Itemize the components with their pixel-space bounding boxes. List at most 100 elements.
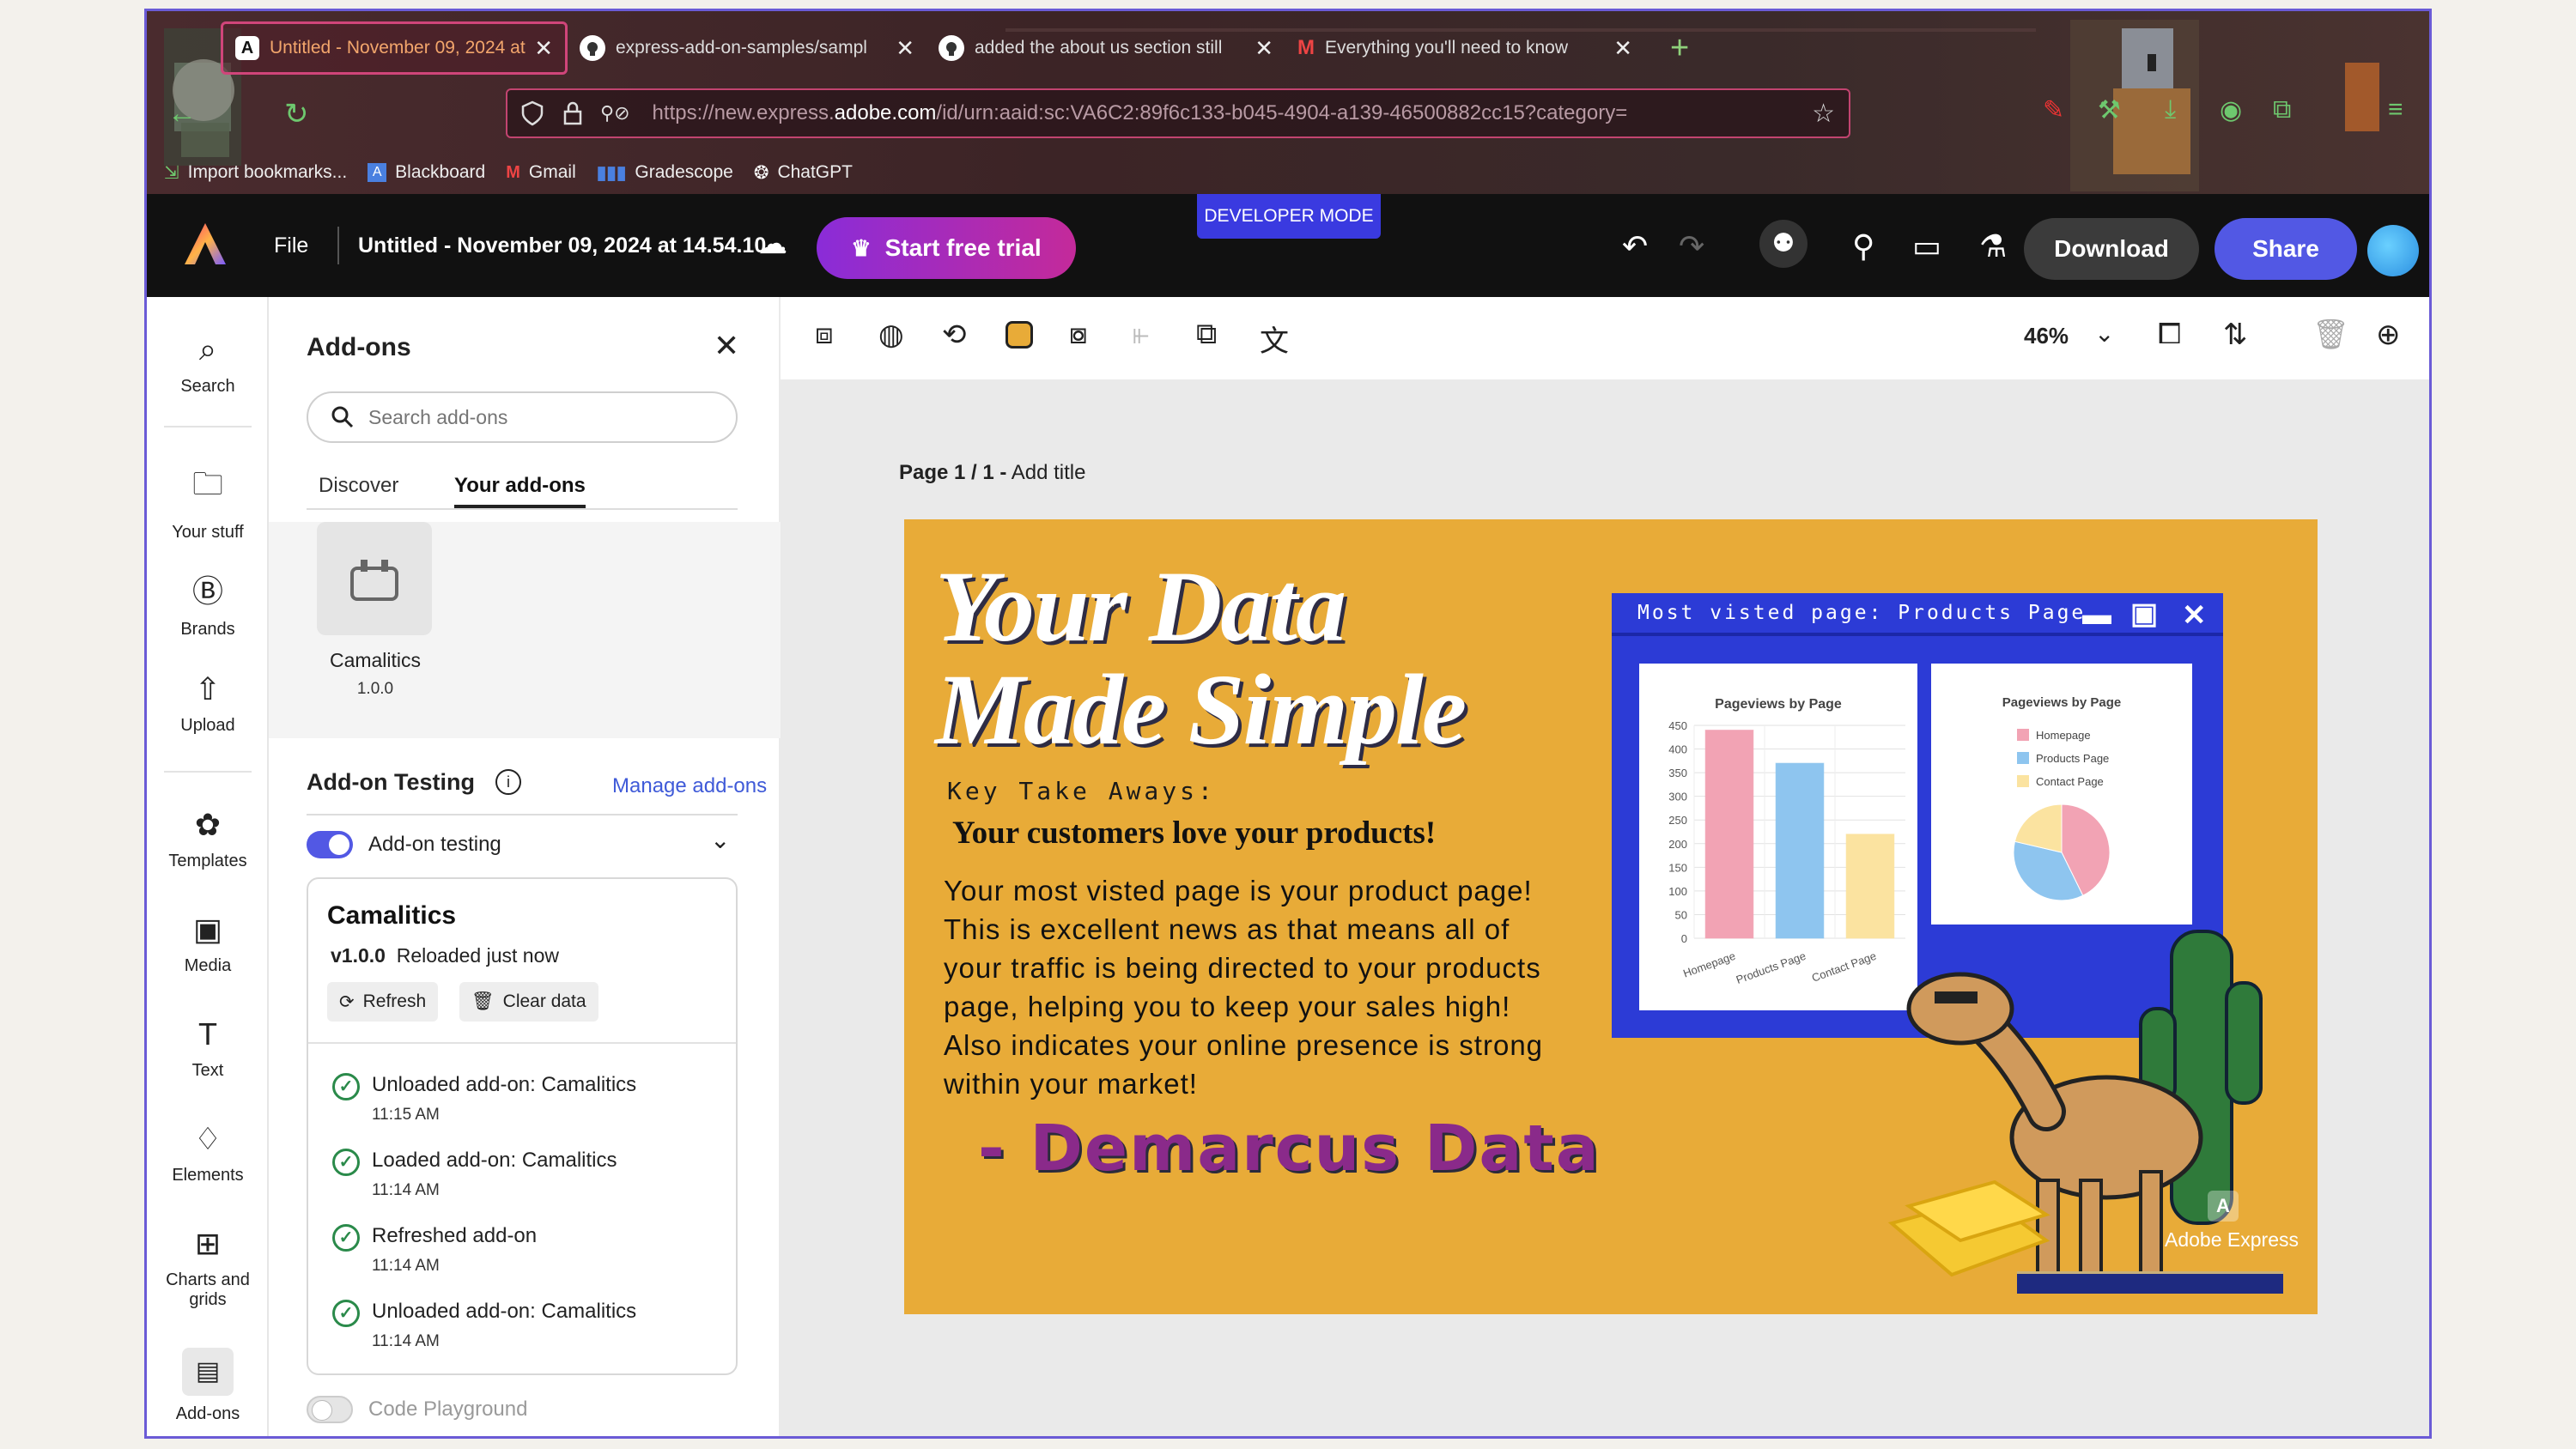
check-icon: ✓	[332, 1300, 360, 1327]
bookmark-import[interactable]: ⇲ Import bookmarks...	[164, 162, 347, 184]
y-tick-label: 300	[1668, 791, 1687, 803]
new-tab-icon[interactable]: +	[1670, 30, 1689, 67]
close-icon[interactable]: ✕	[714, 328, 739, 364]
align-icon[interactable]: ⫦	[1133, 318, 1149, 351]
rail-item-text[interactable]: T Text	[147, 1016, 269, 1081]
adobe-express-logo[interactable]	[183, 221, 228, 266]
tab-gmail[interactable]: M Everything you'll need to know ✕	[1285, 21, 1644, 75]
reload-icon[interactable]: ↻	[284, 97, 309, 131]
start-free-trial-button[interactable]: ♛ Start free trial	[817, 217, 1076, 279]
undo-icon[interactable]: ↶	[1622, 228, 1648, 264]
y-tick-label: 200	[1668, 838, 1687, 851]
permissions-icon[interactable]: ⚲⊘	[600, 102, 630, 124]
app-header: File Untitled - November 09, 2024 at 14.…	[147, 194, 2429, 297]
rail-item-your-stuff[interactable]: 🗀 Your stuff	[147, 462, 269, 543]
code-playground-label: Code Playground	[368, 1397, 528, 1421]
menu-icon[interactable]: ≡	[2388, 95, 2403, 124]
background-color-swatch[interactable]	[1005, 321, 1033, 349]
file-menu[interactable]: File	[274, 233, 308, 258]
signature[interactable]: - Demarcus Data	[978, 1112, 1601, 1185]
extension-icon[interactable]: ✎	[2043, 95, 2064, 125]
account-icon[interactable]: ◉	[2220, 95, 2242, 125]
search-input[interactable]	[368, 405, 712, 429]
rail-item-media[interactable]: ▣ Media	[147, 912, 269, 976]
slide-headline[interactable]: Your Data Made Simple	[935, 555, 1467, 761]
panel-title: Add-ons	[307, 333, 411, 361]
bookmark-chatgpt[interactable]: ❂ ChatGPT	[754, 162, 853, 184]
tab-label: Untitled - November 09, 2024 at	[270, 38, 526, 58]
palette-icon[interactable]: ◍	[878, 318, 904, 352]
rail-item-upload[interactable]: ⇧ Upload	[147, 671, 269, 736]
pages-icon[interactable]: ⧠	[2158, 318, 2181, 351]
add-page-icon[interactable]: ⊕	[2376, 318, 2401, 352]
panel-tabs: Discover Your add-ons	[307, 467, 738, 510]
lightbulb-icon[interactable]: ⚲	[1852, 228, 1874, 264]
design-slide[interactable]: Your Data Made Simple Key Take Aways: Yo…	[904, 519, 2318, 1314]
zoom-level[interactable]: 46%	[2024, 323, 2069, 349]
download-icon[interactable]: ⤓	[2165, 95, 2176, 124]
invite-icon[interactable]: ⚉	[1759, 220, 1807, 268]
tab-untitled[interactable]: A Untitled - November 09, 2024 at ✕	[221, 21, 568, 75]
rail-item-addons[interactable]: ▤ Add-ons	[147, 1348, 269, 1424]
close-icon[interactable]: ✕	[1255, 35, 1273, 62]
cloud-icon[interactable]: ☁	[758, 227, 787, 261]
share-button[interactable]: Share	[2215, 218, 2357, 280]
canvas-toolbar: ⧈ ◍ ⟲ ⧇ ⫦ ⧉ 文 46% ⌄ ⧠ ⇅ 🗑 ⊕	[781, 297, 2429, 379]
bookmark-star-icon[interactable]: ☆	[1812, 99, 1835, 129]
window-titlebar: Most visted page: Products Page ▬ ▣ ✕	[1612, 593, 2223, 636]
comment-icon[interactable]: ▭	[1912, 228, 1941, 264]
key-takeaways-headline[interactable]: Your customers love your products!	[952, 815, 1436, 852]
pie-chart-panel: Pageviews by Page Homepage Products Page Co…	[1931, 664, 2192, 925]
rail-item-brands[interactable]: Ⓑ Brands	[147, 567, 269, 640]
extension-icon[interactable]: ⚒	[2098, 95, 2121, 125]
animate-icon[interactable]: ⟲	[942, 318, 967, 352]
addon-testing-label: Add-on testing	[368, 833, 501, 856]
info-icon[interactable]: i	[495, 769, 521, 795]
addon-tile-camalitics[interactable]	[317, 522, 432, 635]
download-button[interactable]: Download	[2024, 218, 2199, 280]
search-field[interactable]	[307, 391, 738, 443]
grid-icon[interactable]: ⇅	[2223, 318, 2248, 352]
chevron-down-icon[interactable]: ⌄	[710, 826, 730, 854]
trash-icon[interactable]: 🗑	[2312, 318, 2349, 352]
resize-icon[interactable]: ⧈	[815, 318, 834, 351]
addon-testing-toggle[interactable]	[307, 831, 353, 858]
x-tick-label: Products Page	[1735, 949, 1807, 986]
rail-item-search[interactable]: ⌕ Search	[147, 331, 269, 397]
layers-icon[interactable]: ⧉	[1196, 318, 1217, 351]
back-icon[interactable]: ←	[167, 97, 197, 130]
tab-github-commit[interactable]: added the about us section still ✕	[927, 21, 1285, 75]
rail-item-templates[interactable]: ✿ Templates	[147, 807, 269, 871]
close-icon[interactable]: ✕	[1613, 35, 1632, 62]
code-playground-toggle[interactable]	[307, 1396, 353, 1423]
tab-your-addons[interactable]: Your add-ons	[454, 474, 586, 508]
tab-github-samples[interactable]: express-add-on-samples/sampl ✕	[568, 21, 927, 75]
redo-icon[interactable]: ↷	[1679, 228, 1704, 264]
developer-mode-badge[interactable]: DEVELOPER MODE	[1197, 194, 1381, 239]
page-label[interactable]: Page 1 / 1 - Add title	[899, 461, 1085, 485]
slide-body-text[interactable]: Your most visted page is your product pa…	[944, 871, 1562, 1103]
address-bar[interactable]: ⚲⊘ https://new.express.adobe.com/id/urn:…	[506, 88, 1850, 138]
translate-icon[interactable]: 文	[1260, 318, 1289, 360]
bookmark-gradescope[interactable]: ▮▮▮ Gradescope	[597, 162, 733, 184]
close-icon[interactable]: ✕	[534, 35, 553, 62]
avatar[interactable]	[2367, 225, 2419, 276]
clear-data-button[interactable]: 🗑 Clear data	[459, 982, 598, 1022]
close-icon[interactable]: ✕	[896, 35, 914, 62]
rail-item-elements[interactable]: ♢ Elements	[147, 1121, 269, 1185]
check-icon: ✓	[332, 1224, 360, 1252]
rail-item-charts[interactable]: ⊞ Charts and grids	[147, 1226, 269, 1310]
beaker-icon[interactable]: ⚗	[1979, 228, 2007, 264]
frame-icon[interactable]: ⧇	[1069, 318, 1088, 351]
divider	[164, 426, 252, 427]
manage-addons-link[interactable]: Manage add-ons	[612, 774, 767, 798]
document-title[interactable]: Untitled - November 09, 2024 at 14.54.10	[358, 233, 766, 258]
tab-discover[interactable]: Discover	[319, 474, 398, 498]
extensions-icon[interactable]: ⧉	[2273, 95, 2291, 124]
chevron-down-icon[interactable]: ⌄	[2094, 319, 2114, 348]
bookmark-blackboard[interactable]: A Blackboard	[368, 162, 485, 183]
key-takeaways-title[interactable]: Key Take Aways:	[947, 777, 1216, 805]
addon-testing-title: Add-on Testing	[307, 769, 475, 795]
refresh-button[interactable]: ⟳ Refresh	[327, 982, 439, 1022]
bookmark-gmail[interactable]: M Gmail	[506, 162, 576, 183]
